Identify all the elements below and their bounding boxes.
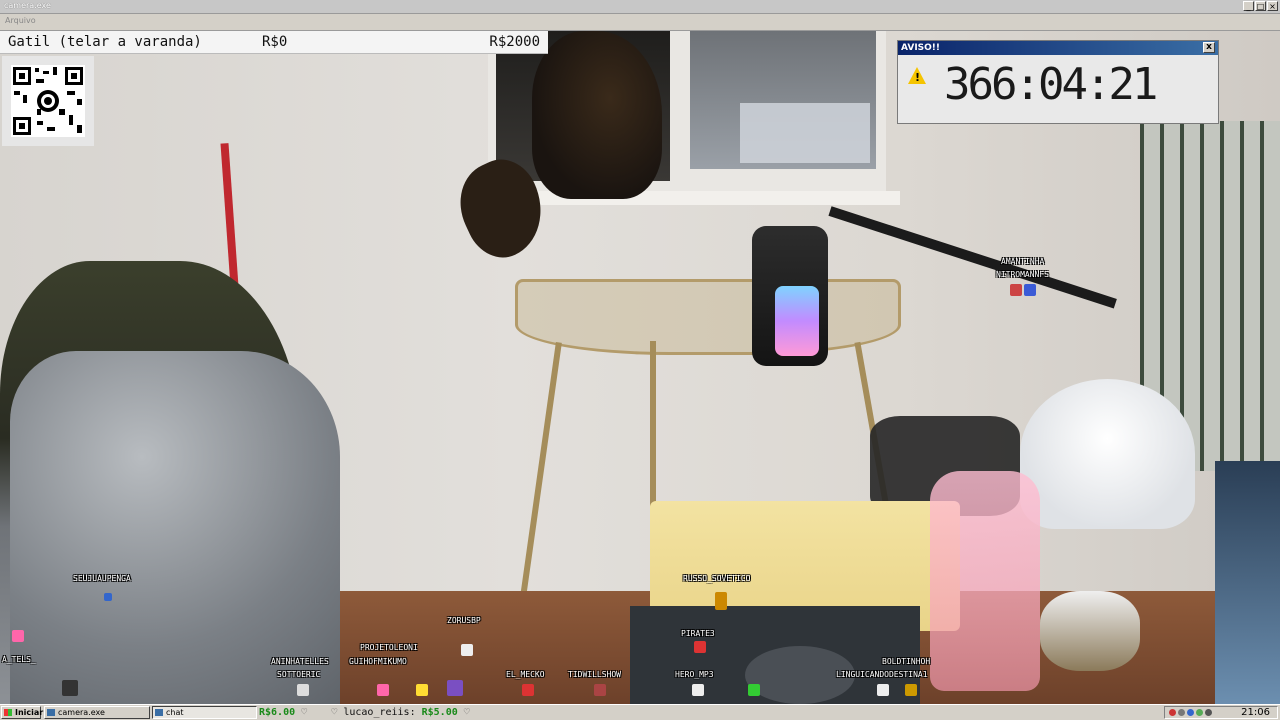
blanket: [10, 351, 340, 704]
warning-icon-mark: !: [915, 71, 921, 84]
chatter-avatar: [1010, 284, 1022, 296]
qr-code: [2, 56, 94, 146]
countdown-timer: 366:04:21: [944, 59, 1158, 110]
warning-dialog-close-button[interactable]: x: [1203, 42, 1215, 53]
chatter-avatar: [877, 684, 889, 696]
tray-icon[interactable]: [1169, 709, 1176, 716]
camera-app-icon: [47, 709, 55, 716]
ticker-donor-name: lucao_reiis:: [343, 707, 416, 718]
chatter-name: TIDWILLSHOW: [568, 670, 621, 679]
chatter-avatar: [377, 684, 389, 696]
lamp-shade: [1020, 379, 1195, 529]
taskbar-item-label: camera.exe: [58, 708, 105, 717]
maximize-button[interactable]: □: [1255, 1, 1266, 11]
console-table: [515, 279, 901, 355]
lamp-base: [1040, 591, 1140, 671]
chatter-avatar: [905, 684, 917, 696]
tray-icon[interactable]: [1196, 709, 1203, 716]
chatter-avatar: [594, 684, 606, 696]
taskbar: Iniciar camera.exe chat R$6.00 ♡ ♡ lucao…: [0, 704, 1280, 720]
water-bottle: [930, 471, 1040, 691]
ticker-amount: R$5.00: [421, 707, 458, 718]
chatter-name: PIRATE3: [681, 629, 715, 638]
chatter-name: AMANTINHA: [1001, 257, 1045, 266]
start-label: Iniciar: [15, 708, 44, 717]
warning-dialog: AVISO!! x ! 366:04:21: [897, 40, 1219, 124]
chatter-avatar: [297, 684, 309, 696]
menu-bar: Arquivo: [0, 14, 1280, 31]
chatter-avatar: [748, 684, 760, 696]
cat: [532, 31, 662, 199]
chatter-avatar: [461, 644, 473, 656]
tray-icon[interactable]: [1178, 709, 1185, 716]
taskbar-clock[interactable]: 21:06: [1241, 707, 1270, 719]
chatter-name: SOTTOERIC: [277, 670, 321, 679]
chatter-avatar: [416, 684, 428, 696]
chatter-avatar: [1024, 284, 1036, 296]
microphone-rgb-light: [775, 286, 819, 356]
taskbar-item-camera[interactable]: camera.exe: [44, 706, 150, 719]
window-sill: [480, 191, 900, 205]
chatter-name: GUIHOFMIKUMO: [349, 657, 407, 666]
chatter-name: LINGUICANDODESTINA1: [836, 670, 928, 679]
chatter-name: BOLDTINHOH: [882, 657, 931, 666]
chatter-name: EL_MECKO: [506, 670, 545, 679]
chatter-avatar: [104, 593, 112, 601]
start-button[interactable]: Iniciar: [1, 706, 44, 719]
qr-code-icon: [11, 65, 85, 137]
camera-feed: [0, 31, 1280, 704]
chatter-name: NITROMANNFS: [996, 270, 1049, 279]
chatter-avatar: [522, 684, 534, 696]
window-title-bar[interactable]: camera.exe _ □ ×: [0, 0, 1280, 14]
windows-logo-icon: [4, 709, 12, 716]
chatter-avatar: [12, 630, 24, 642]
chatter-avatar: [62, 680, 78, 696]
chatter-name: ANINHATELLES: [271, 657, 329, 666]
minimize-button[interactable]: _: [1243, 1, 1254, 11]
window-title: camera.exe: [4, 1, 51, 10]
chatter-name: PROJETOLEONI: [360, 643, 418, 652]
chatter-avatar: [692, 684, 704, 696]
donation-goal-bar: Gatil (telar a varanda) R$0 R$2000: [0, 31, 548, 54]
donation-ticker: R$6.00 ♡ ♡ lucao_reiis: R$5.00 ♡: [259, 707, 470, 718]
menu-item-arquivo[interactable]: Arquivo: [5, 16, 36, 25]
close-button[interactable]: ×: [1267, 1, 1278, 11]
system-tray: 21:06: [1164, 706, 1278, 719]
chatter-avatar: [447, 680, 463, 696]
chatter-name: HERO_MP3: [675, 670, 714, 679]
heart-icon: ♡: [463, 707, 470, 718]
chatter-avatar: [694, 641, 706, 653]
warning-dialog-title-bar[interactable]: AVISO!! x: [898, 41, 1218, 55]
window-reflection: [740, 103, 870, 163]
taskbar-item-chat[interactable]: chat: [152, 706, 257, 719]
tray-icon[interactable]: [1187, 709, 1194, 716]
chatter-name: ZORUSBP: [447, 616, 481, 625]
heart-icon: ♡: [301, 707, 308, 718]
ticker-amount: R$6.00: [259, 707, 296, 718]
warning-dialog-title: AVISO!!: [901, 43, 941, 53]
monitor-edge: [1215, 461, 1280, 704]
goal-target-amount: R$2000: [489, 34, 540, 50]
tray-icon[interactable]: [1205, 709, 1212, 716]
chatter-name: RUSSO_SOVETICO: [683, 574, 751, 583]
chatter-avatar: [715, 592, 727, 610]
chatter-name: SEUJUAUPENGA: [73, 574, 131, 583]
chatter-name: A_TELS_: [2, 655, 36, 664]
goal-current-amount: R$0: [262, 34, 288, 50]
chat-app-icon: [155, 709, 163, 716]
goal-title: Gatil (telar a varanda): [8, 34, 202, 50]
taskbar-item-label: chat: [166, 708, 184, 717]
